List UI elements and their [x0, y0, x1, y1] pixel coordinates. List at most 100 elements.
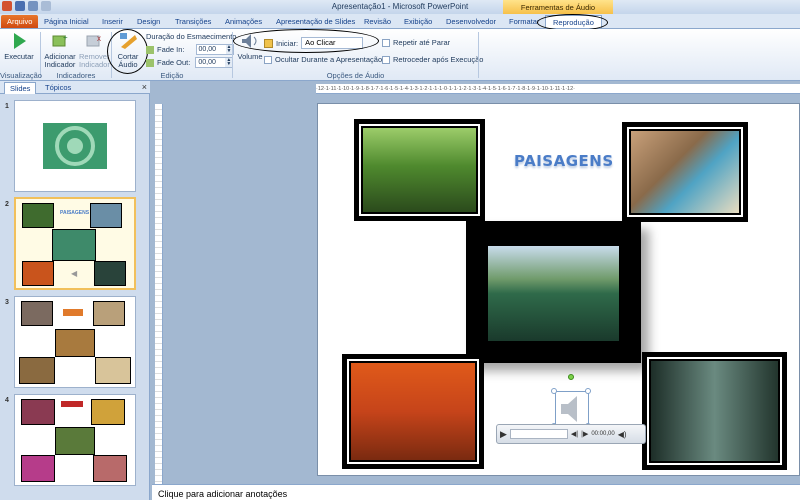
volume-icon — [239, 31, 261, 51]
mini-photo — [90, 203, 122, 228]
tab-slides[interactable]: Slides — [4, 82, 37, 94]
start-dropdown[interactable]: Ao Clicar — [301, 37, 364, 49]
slide-thumbnail-4[interactable] — [14, 394, 136, 486]
resize-handle[interactable] — [551, 388, 557, 394]
pane-tabs: Slides Tópicos × — [0, 81, 150, 94]
title-bar: Apresentação1 - Microsoft PowerPoint Fer… — [0, 0, 800, 14]
rewind-label: Retroceder após Execução — [393, 55, 484, 64]
tab-insert[interactable]: Inserir — [102, 15, 123, 28]
audio-player-bar: ▶ ◀| |▶ 00:00,00 ◀) — [496, 424, 646, 444]
play-icon — [8, 31, 30, 51]
trim-audio-label: Cortar Áudio — [117, 52, 139, 69]
fade-duration-label: Duração do Esmaecimento — [146, 32, 237, 41]
rewind-row[interactable]: Retroceder após Execução — [382, 55, 483, 64]
notes-field[interactable]: Clique para adicionar anotações — [152, 484, 800, 500]
player-progress-track[interactable] — [509, 429, 568, 439]
fade-out-icon — [146, 58, 154, 67]
ribbon: Executar Visualização + Adicionar Indica… — [0, 29, 800, 81]
fade-in-stepper[interactable]: 00,00 ▲ ▼ — [195, 44, 234, 55]
fade-in-label: Fade In: — [157, 45, 185, 54]
tab-review[interactable]: Revisão — [364, 15, 391, 28]
volume-label: Volume — [237, 52, 263, 61]
photo-mountain-lake[interactable] — [466, 221, 641, 363]
remove-bookmark-button[interactable]: x Remover Indicador — [79, 31, 110, 69]
mini-photo — [94, 261, 126, 286]
remove-bookmark-label: Remover Indicador — [79, 52, 110, 69]
vertical-ruler — [155, 104, 163, 484]
slide-thumbnail-2[interactable]: PAISAGENS ◀ — [14, 197, 136, 290]
loop-label: Repetir até Parar — [393, 38, 451, 47]
audio-tools-context-label: Ferramentas de Áudio — [503, 0, 613, 14]
window-title: Apresentação1 - Microsoft PowerPoint — [331, 2, 469, 11]
photo-forest-path[interactable] — [354, 119, 485, 221]
tab-transitions[interactable]: Transições — [175, 15, 211, 28]
group-label-audio-options: Opções de Áudio — [326, 71, 385, 80]
tab-format[interactable]: Formatar — [509, 15, 539, 28]
photo-dark-forest[interactable] — [642, 352, 787, 470]
fade-out-row: Fade Out: 00,00 ▲ ▼ — [146, 57, 234, 68]
hide-during-show-label: Ocultar Durante a Apresentação — [275, 55, 383, 64]
hide-during-show-checkbox[interactable] — [264, 55, 272, 64]
tab-slide-show[interactable]: Apresentação de Slides — [276, 15, 355, 28]
slide-title[interactable]: PAISAGENS — [514, 152, 614, 170]
start-label: Iniciar: — [276, 38, 299, 48]
start-icon — [264, 38, 273, 48]
tab-animations[interactable]: Animações — [225, 15, 262, 28]
audio-object[interactable] — [555, 391, 589, 427]
mini-photo — [95, 357, 131, 384]
tab-view[interactable]: Exibição — [404, 15, 432, 28]
svg-text:+: + — [63, 33, 68, 42]
tab-file[interactable]: Arquivo — [1, 15, 39, 28]
tab-playback[interactable]: Reprodução — [545, 15, 602, 28]
slide-thumbnail-1[interactable] — [14, 100, 136, 192]
mini-photo — [52, 229, 96, 261]
player-volume-icon[interactable]: ◀) — [618, 430, 627, 439]
slide-thumbnail-3[interactable] — [14, 296, 136, 388]
player-play-icon[interactable]: ▶ — [500, 429, 507, 440]
mini-photo — [19, 357, 55, 384]
ribbon-tabs: Arquivo Página Inicial Inserir Design Tr… — [0, 14, 800, 31]
volume-button[interactable]: Volume — [236, 31, 264, 61]
tab-outline[interactable]: Tópicos — [40, 82, 76, 94]
fade-in-icon — [146, 45, 154, 54]
tab-developer[interactable]: Desenvolvedor — [446, 15, 496, 28]
add-bookmark-icon: + — [49, 31, 71, 51]
tab-home[interactable]: Página Inicial — [44, 15, 89, 28]
photo-image — [488, 246, 619, 341]
fade-out-value: 00,00 — [198, 59, 216, 66]
photo-beach-cliff[interactable] — [622, 122, 748, 222]
resize-handle[interactable] — [585, 388, 591, 394]
tab-design[interactable]: Design — [137, 15, 160, 28]
mini-photo — [93, 455, 127, 482]
photo-autumn-trees[interactable] — [342, 354, 484, 469]
trim-audio-icon — [117, 31, 139, 51]
rotate-handle[interactable] — [568, 374, 574, 380]
close-pane-icon[interactable]: × — [142, 82, 147, 92]
mini-title: PAISAGENS — [60, 210, 90, 216]
loop-checkbox[interactable] — [382, 38, 390, 47]
trim-audio-button[interactable]: Cortar Áudio — [113, 31, 143, 69]
rewind-checkbox[interactable] — [382, 55, 390, 64]
mini-photo — [21, 455, 55, 482]
slides-pane: Slides Tópicos × 1 2 PAISAGENS ◀ 3 4 — [0, 81, 150, 500]
player-skip-back-icon[interactable]: ◀| — [571, 430, 578, 438]
hide-during-show-row[interactable]: Ocultar Durante a Apresentação — [264, 55, 382, 64]
group-label-editing: Edição — [160, 71, 184, 80]
fade-out-label: Fade Out: — [157, 58, 191, 67]
mini-photo — [21, 399, 55, 425]
slide-canvas: PAISAGENS ▶ ◀| |▶ 00:00,00 ◀) — [317, 103, 800, 476]
add-bookmark-button[interactable]: + Adicionar Indicador — [43, 31, 77, 69]
loop-row[interactable]: Repetir até Parar — [382, 38, 450, 47]
group-label-bookmarks: Indicadores — [56, 71, 96, 80]
group-divider — [478, 32, 479, 78]
mini-photo — [55, 427, 95, 455]
mini-photo — [93, 301, 125, 326]
play-button[interactable]: Executar — [3, 31, 35, 61]
fade-out-stepper[interactable]: 00,00 ▲ ▼ — [195, 57, 234, 68]
slide-number: 4 — [5, 397, 9, 404]
mini-photo — [91, 399, 125, 425]
svg-text:x: x — [97, 34, 101, 43]
photo-image — [351, 363, 475, 460]
player-skip-forward-icon[interactable]: |▶ — [581, 430, 588, 438]
slide-number: 1 — [5, 103, 9, 110]
